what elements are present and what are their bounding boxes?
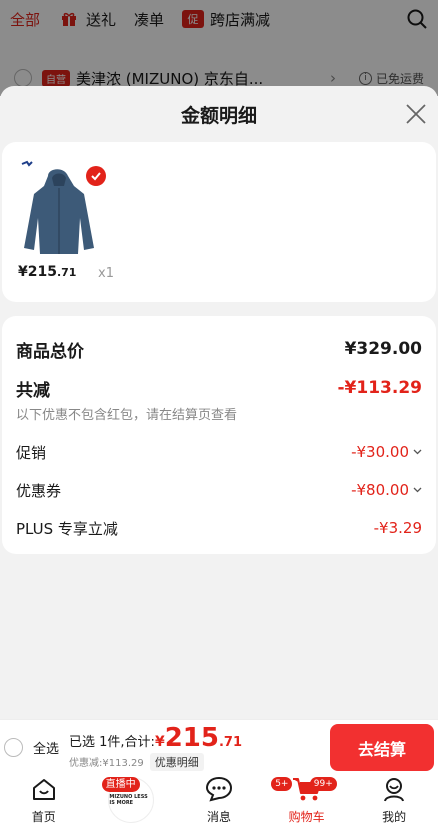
sheet-title: 金额明细	[180, 104, 257, 127]
total-price-value: ¥329.00	[344, 339, 422, 359]
discount-summary: 优惠减:¥113.29	[69, 758, 144, 769]
tab-home-label: 首页	[31, 810, 56, 824]
discount-note: 以下优惠不包含红包，请在结算页查看	[16, 408, 238, 423]
checkout-bar: 全选 已选 1件,合计: ¥ 215 .71 优惠减:¥113.29 优惠明细 …	[0, 719, 438, 775]
coupon-label: 优惠券	[16, 481, 62, 500]
home-icon	[31, 776, 57, 806]
user-icon	[381, 776, 407, 806]
amount-detail-sheet: 金额明细 ¥215.71 x1 商品总价 ¥329.00 共减 -¥113.29…	[0, 86, 438, 719]
discount-line: 优惠减:¥113.29 优惠明细	[69, 752, 242, 771]
chat-bubble-icon	[205, 776, 233, 806]
tab-cart-label: 购物车	[288, 810, 325, 824]
checkout-button[interactable]: 去结算	[330, 724, 434, 771]
total-price-label: 商品总价	[16, 341, 84, 362]
checkout-summary: 已选 1件,合计: ¥ 215 .71 优惠减:¥113.29 优惠明细	[69, 725, 242, 771]
promotion-label: 促销	[16, 443, 47, 462]
total-amount-dec: .71	[218, 734, 242, 750]
product-price: ¥215.71	[18, 264, 76, 280]
tab-cart[interactable]: 99+ 购物车	[263, 775, 351, 827]
price-detail-card: 商品总价 ¥329.00 共减 -¥113.29 以下优惠不包含红包，请在结算页…	[2, 316, 436, 554]
tab-home[interactable]: 首页	[0, 775, 88, 827]
promotion-value: -¥30.00	[351, 443, 422, 461]
tab-mine[interactable]: 我的	[350, 775, 438, 827]
product-card: ¥215.71 x1	[2, 142, 436, 302]
total-reduce-row: 共减 -¥113.29	[16, 376, 423, 401]
selected-check-icon[interactable]	[86, 166, 106, 186]
tab-messages[interactable]: 5+ 消息	[175, 775, 293, 827]
plus-discount-value: -¥3.29	[373, 519, 422, 537]
tab-live[interactable]: 直播中 MIZUNO LESS IS MORE	[88, 775, 176, 827]
selected-summary: 已选 1件,合计:	[69, 734, 155, 750]
select-all-radio[interactable]	[4, 738, 23, 757]
product-price-int: ¥215	[18, 264, 57, 280]
chevron-down-icon	[413, 447, 422, 458]
product-price-dec: .71	[56, 266, 77, 279]
total-amount-int: 215	[164, 722, 219, 753]
promotion-amount: -¥30.00	[351, 443, 409, 461]
coupon-amount: -¥80.00	[351, 481, 409, 499]
cart-badge: 99+	[309, 777, 337, 791]
plus-discount-row: PLUS 专享立减 -¥3.29	[16, 509, 422, 547]
tab-messages-label: 消息	[206, 810, 231, 824]
modal-overlay[interactable]	[0, 0, 438, 96]
sheet-header: 金额明细	[0, 86, 438, 142]
coupon-value: -¥80.00	[351, 481, 422, 499]
close-icon[interactable]	[404, 102, 428, 126]
total-line: 已选 1件,合计: ¥ 215 .71	[69, 725, 242, 751]
live-badge: 直播中	[101, 777, 140, 792]
coupon-row[interactable]: 优惠券 -¥80.00	[16, 471, 422, 509]
chevron-down-icon	[413, 485, 422, 496]
total-price-row: 商品总价 ¥329.00	[16, 316, 422, 376]
select-all-label[interactable]: 全选	[33, 738, 59, 757]
bottom-tabbar: 首页 直播中 MIZUNO LESS IS MORE 5+ 消息 99+ 购物车…	[0, 775, 438, 827]
total-reduce-value: -¥113.29	[337, 378, 423, 398]
tab-mine-label: 我的	[382, 810, 407, 824]
total-reduce-label: 共减	[16, 380, 50, 401]
product-quantity: x1	[98, 266, 114, 281]
promotion-row[interactable]: 促销 -¥30.00	[16, 433, 422, 471]
currency-symbol: ¥	[154, 733, 165, 750]
plus-discount-label: PLUS 专享立减	[16, 519, 118, 538]
discount-detail-button[interactable]: 优惠明细	[149, 752, 204, 771]
